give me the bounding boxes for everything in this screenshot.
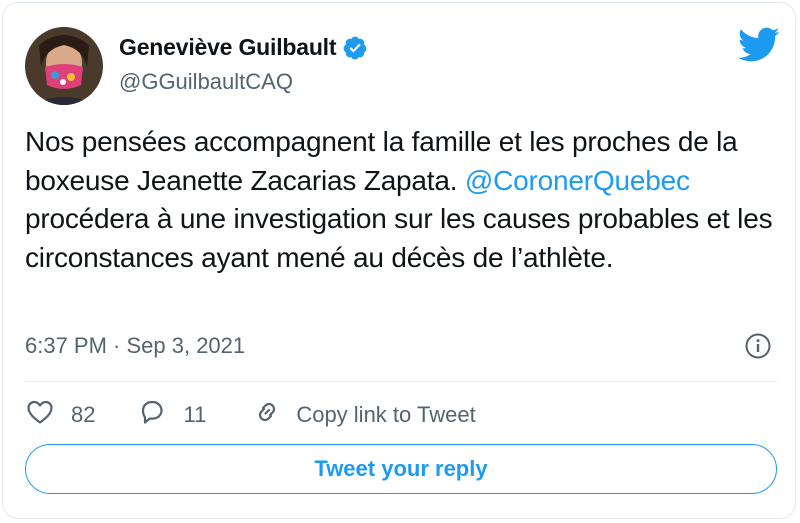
copy-link-action[interactable]: Copy link to Tweet [252,397,476,433]
author-name-row: Geneviève Guilbault [119,34,368,61]
mention-link[interactable]: @CoronerQuebec [465,165,690,196]
author-name[interactable]: Geneviève Guilbault [119,34,337,61]
divider [25,381,777,382]
tweet-text: Nos pensées accompagnent la famille et l… [25,123,785,277]
link-icon [252,397,282,433]
tweet-text-part-3: procédera à une investigation sur les ca… [25,203,773,273]
tweet-card: Geneviève Guilbault @GGuilbaultCAQ Nos p… [2,2,796,519]
like-action[interactable]: 82 [25,397,95,433]
tweet-reply-button[interactable]: Tweet your reply [25,444,777,494]
like-count: 82 [71,402,96,427]
tweet-timestamp[interactable]: 6:37 PM · Sep 3, 2021 [25,333,245,359]
heart-icon [25,397,55,433]
copy-link-label: Copy link to Tweet [296,402,476,427]
avatar[interactable] [25,27,103,105]
action-bar: 82 11 Copy link to Tweet [25,397,476,433]
author-handle[interactable]: @GGuilbaultCAQ [119,69,293,95]
reply-count: 11 [183,402,207,427]
verified-badge-icon [342,35,368,61]
reply-action[interactable]: 11 [137,397,206,433]
reply-icon [137,397,167,433]
info-icon[interactable] [745,333,771,359]
twitter-bird-icon[interactable] [737,27,780,63]
